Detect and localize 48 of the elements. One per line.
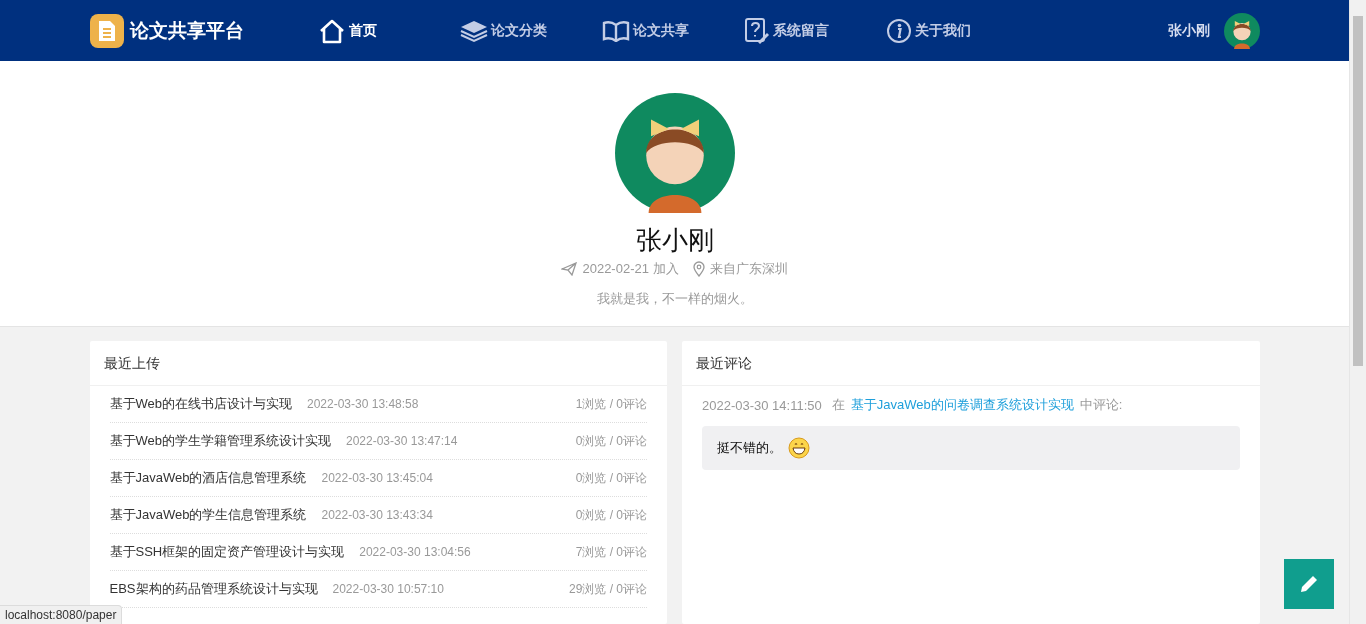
logo-icon[interactable] bbox=[89, 13, 124, 48]
paper-title-link[interactable]: 基于Web的学生学籍管理系统设计实现 bbox=[109, 432, 331, 450]
join-date: 2022-02-21 加入 bbox=[582, 260, 679, 278]
grin-emoji-icon bbox=[788, 437, 810, 459]
nav-link[interactable]: 论文分类 bbox=[459, 16, 602, 45]
help-document-icon bbox=[743, 16, 770, 45]
paper-plane-icon bbox=[561, 262, 578, 276]
nav-link[interactable]: 论文共享 bbox=[601, 16, 744, 45]
upload-time: 2022-03-30 13:47:14 bbox=[346, 434, 458, 448]
scrollbar[interactable] bbox=[1349, 0, 1366, 624]
upload-time: 2022-03-30 13:45:04 bbox=[321, 471, 433, 485]
status-bar-url: localhost:8080/paper bbox=[0, 605, 123, 624]
site-title[interactable]: 论文共享平台 bbox=[129, 17, 244, 44]
user-name[interactable]: 张小刚 bbox=[1167, 21, 1210, 40]
comment-time: 2022-03-30 14:11:50 bbox=[702, 397, 822, 413]
view-comment-count: 1浏览 / 0评论 bbox=[575, 395, 647, 413]
profile-avatar-icon bbox=[614, 93, 735, 213]
info-icon bbox=[885, 17, 912, 44]
upload-time: 2022-03-30 10:57:10 bbox=[332, 582, 444, 596]
paper-title-link[interactable]: 基于SSH框架的固定资产管理设计与实现 bbox=[109, 543, 345, 561]
location: 来自广东深圳 bbox=[709, 260, 788, 278]
layers-icon bbox=[459, 18, 488, 43]
comment-text: 挺不错的。 bbox=[717, 439, 782, 457]
view-comment-count: 0浏览 / 0评论 bbox=[575, 506, 647, 524]
view-comment-count: 0浏览 / 0评论 bbox=[575, 432, 647, 450]
card-title: 最近评论 bbox=[682, 341, 1260, 386]
comment-prefix: 在 bbox=[831, 396, 845, 414]
upload-time: 2022-03-30 13:04:56 bbox=[359, 545, 471, 559]
paper-title-link[interactable]: 基于JavaWeb的学生信息管理系统 bbox=[109, 506, 307, 524]
upload-time: 2022-03-30 13:48:58 bbox=[307, 397, 419, 411]
pencil-icon bbox=[1299, 574, 1319, 594]
view-comment-count: 29浏览 / 0评论 bbox=[568, 580, 647, 598]
avatar-icon bbox=[1223, 12, 1260, 49]
comment-suffix: 中评论: bbox=[1079, 396, 1123, 414]
nav-link[interactable]: 首页 bbox=[317, 16, 460, 45]
paper-title-link[interactable]: EBS架构的药品管理系统设计与实现 bbox=[109, 580, 318, 598]
paper-title-link[interactable]: 基于JavaWeb的酒店信息管理系统 bbox=[109, 469, 307, 487]
view-comment-count: 7浏览 / 0评论 bbox=[575, 543, 647, 561]
card-title: 最近上传 bbox=[89, 341, 667, 386]
nav-link[interactable]: 关于我们 bbox=[885, 16, 1028, 45]
nav-link[interactable]: 系统留言 bbox=[743, 16, 886, 45]
upload-time: 2022-03-30 13:43:34 bbox=[321, 508, 433, 522]
edit-button[interactable] bbox=[1284, 559, 1334, 609]
location-pin-icon bbox=[692, 261, 705, 277]
view-comment-count: 0浏览 / 0评论 bbox=[575, 469, 647, 487]
book-icon bbox=[601, 19, 630, 42]
paper-title-link[interactable]: 基于Web的在线书店设计与实现 bbox=[109, 395, 292, 413]
profile-name: 张小刚 bbox=[635, 224, 714, 257]
